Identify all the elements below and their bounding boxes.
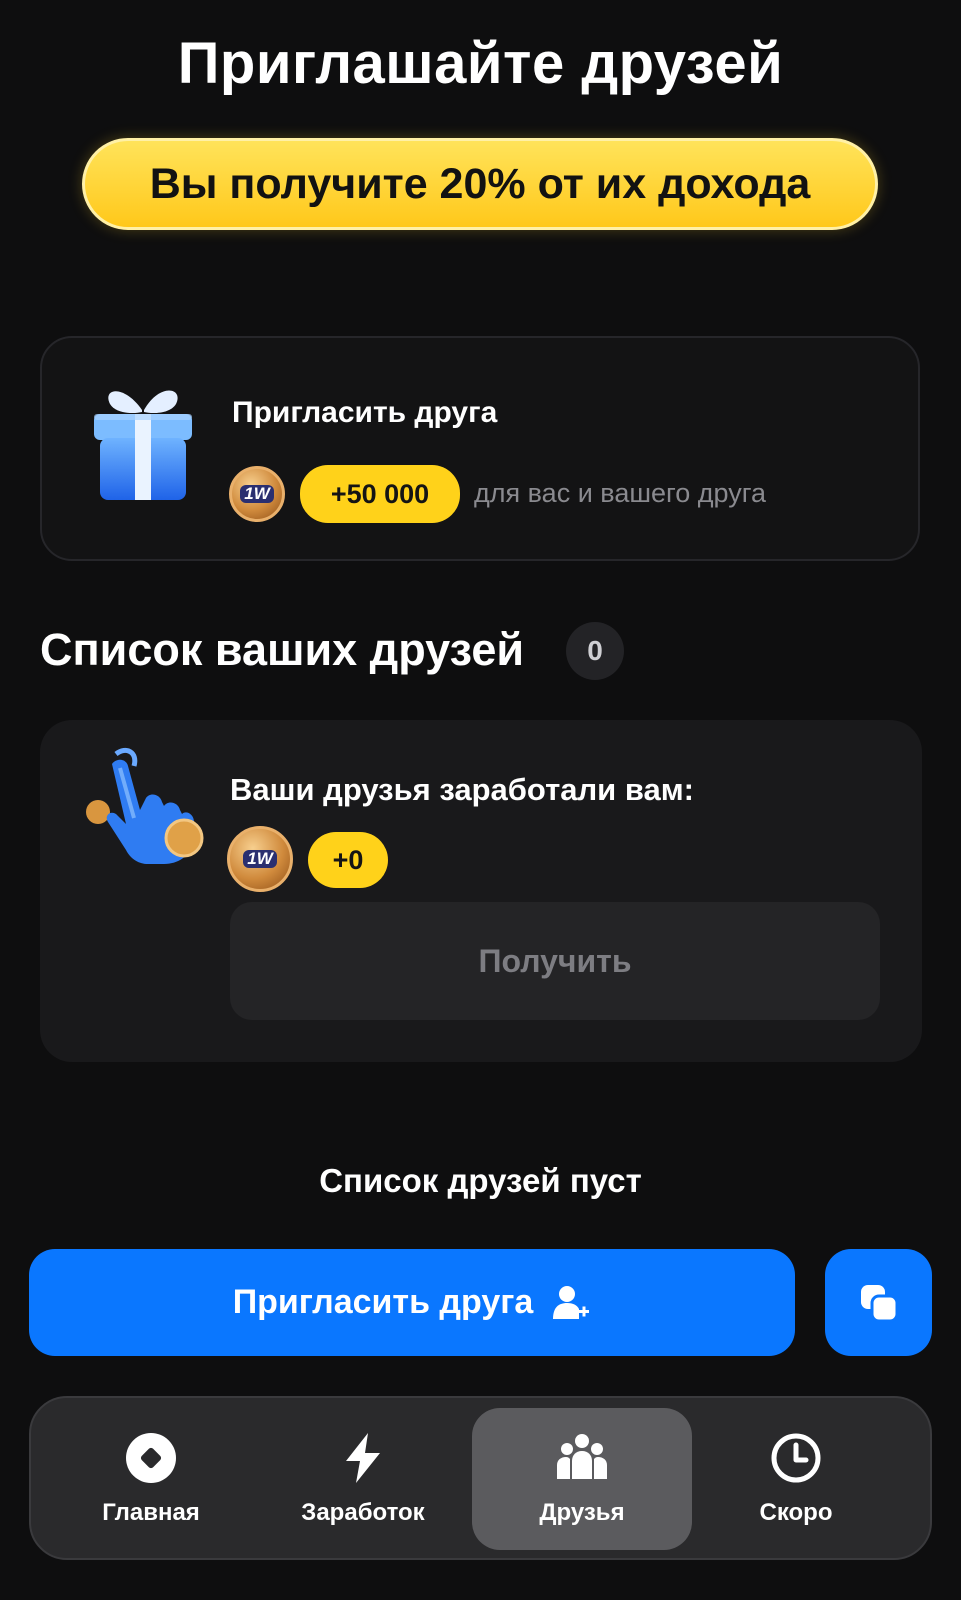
nav-label-home: Главная <box>102 1499 200 1526</box>
lightning-icon <box>346 1433 380 1483</box>
friends-list-title: Список ваших друзей <box>40 624 525 675</box>
add-user-icon <box>553 1285 590 1319</box>
invite-button-label: Пригласить друга <box>232 1283 534 1321</box>
promo-banner: Вы получите 20% от их дохода <box>82 138 878 230</box>
home-diamond-icon <box>126 1433 176 1483</box>
clock-icon <box>771 1433 821 1483</box>
empty-list-text: Список друзей пуст <box>319 1162 642 1199</box>
nav-item-soon[interactable]: Скоро <box>686 1408 906 1550</box>
page-title: Приглашайте друзей <box>177 31 784 96</box>
copy-icon <box>860 1284 898 1322</box>
earned-badge: +0 <box>308 832 388 888</box>
nav-item-earn[interactable]: Заработок <box>253 1408 473 1550</box>
invite-friend-card[interactable]: Пригласить друга 1W +50 000 для вас и ва… <box>40 336 920 561</box>
coin-icon: 1W <box>229 466 285 522</box>
nav-item-friends[interactable]: Друзья <box>472 1408 692 1550</box>
invite-card-title: Пригласить друга <box>232 396 498 429</box>
nav-item-home[interactable]: Главная <box>41 1408 261 1550</box>
nav-label-friends: Друзья <box>539 1499 625 1526</box>
earnings-title: Ваши друзья заработали вам: <box>230 772 695 807</box>
bottom-navigation: Главная Заработок Друзья Скоро <box>29 1396 932 1560</box>
coin-label: 1W <box>243 850 277 868</box>
copy-link-button[interactable] <box>825 1249 932 1356</box>
friends-count-badge: 0 <box>566 622 624 680</box>
nav-label-soon: Скоро <box>759 1499 833 1526</box>
nav-label-earn: Заработок <box>301 1499 425 1526</box>
invite-card-subtitle: для вас и вашего друга <box>474 478 767 508</box>
friends-page: Приглашайте друзей Вы получите 20% от их… <box>0 0 961 1600</box>
coin-icon: 1W <box>227 826 293 892</box>
gift-icon <box>94 390 192 500</box>
pointing-hand-icon <box>86 748 204 864</box>
friends-group-icon <box>557 1434 607 1479</box>
coin-label: 1W <box>240 485 274 503</box>
invite-friend-button[interactable]: Пригласить друга <box>29 1249 795 1356</box>
earnings-card: Ваши друзья заработали вам: 1W +0 Получи… <box>40 720 922 1062</box>
bonus-badge: +50 000 <box>300 465 460 523</box>
claim-button[interactable]: Получить <box>230 902 880 1020</box>
